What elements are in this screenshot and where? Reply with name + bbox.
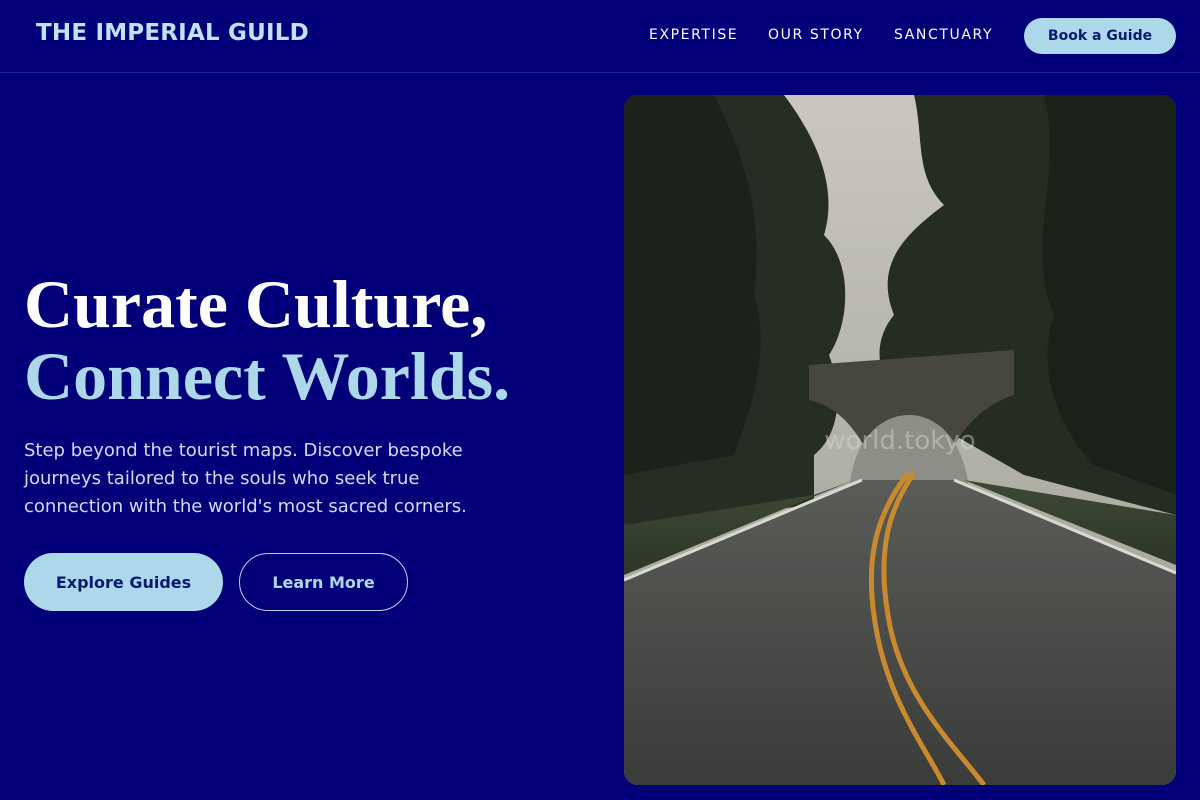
nav-sanctuary[interactable]: SANCTUARY (894, 27, 993, 43)
nav-our-story[interactable]: OUR STORY (768, 27, 864, 43)
hero-title-line2: Connect Worlds. (24, 338, 511, 414)
book-guide-button[interactable]: Book a Guide (1024, 18, 1176, 54)
site-header: THE IMPERIAL GUILD EXPERTISE OUR STORY S… (0, 0, 1200, 73)
hero-image: world.tokyo (624, 95, 1176, 785)
site-logo[interactable]: THE IMPERIAL GUILD (36, 20, 309, 46)
hero-title-line1: Curate Culture, (24, 266, 488, 342)
hero-title: Curate Culture, Connect Worlds. (24, 268, 510, 412)
image-watermark: world.tokyo (824, 426, 976, 456)
nav-expertise[interactable]: EXPERTISE (649, 27, 738, 43)
learn-more-button[interactable]: Learn More (239, 553, 408, 611)
explore-guides-button[interactable]: Explore Guides (24, 553, 223, 611)
hero-description: Step beyond the tourist maps. Discover b… (24, 440, 467, 517)
